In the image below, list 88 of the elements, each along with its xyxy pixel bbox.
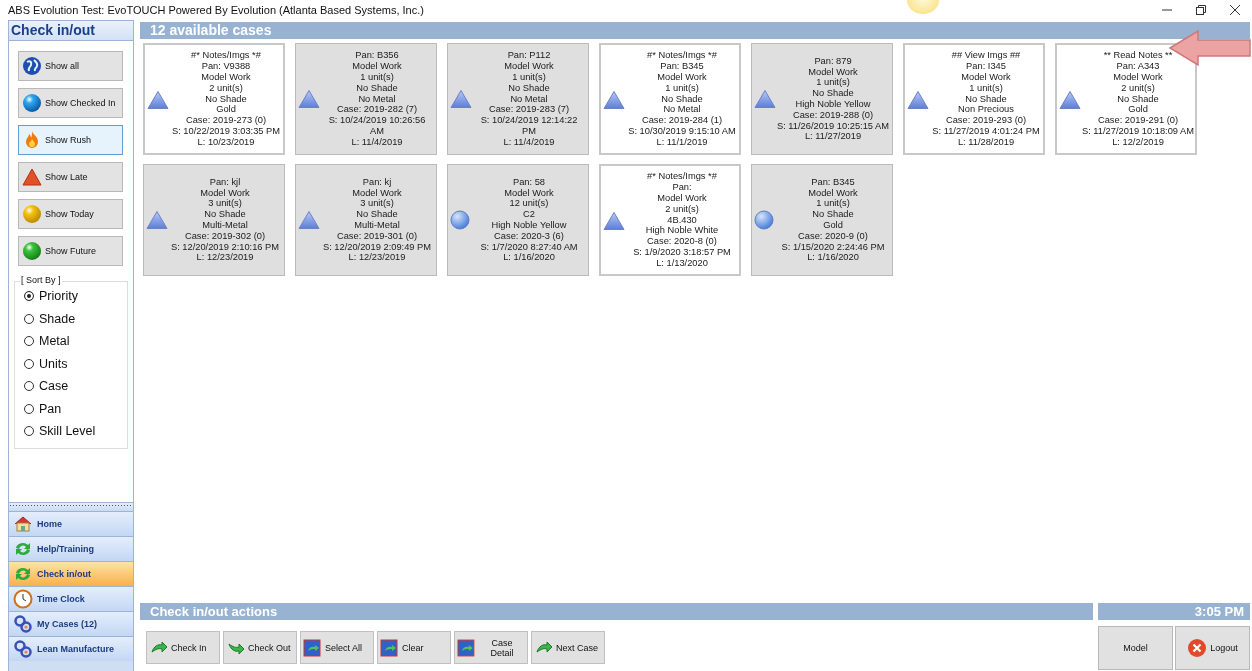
triangle-icon bbox=[298, 89, 320, 109]
filter-button[interactable]: Show Late bbox=[18, 162, 123, 192]
case-card[interactable]: Pan: kjl Model Work 3 unit(s) No Shade Multi-Metal Case: 2019-302 (0) S: 12/20/2019 2:10:16 PM L: 12/23/2019 bbox=[143, 164, 285, 276]
radio-button[interactable] bbox=[24, 336, 34, 347]
logout-button[interactable]: Logout bbox=[1175, 626, 1250, 670]
ball-icon bbox=[22, 241, 42, 261]
case-card[interactable]: Pan: kj Model Work 3 unit(s) No Shade Multi-Metal Case: 2019-301 (0) S: 12/20/2019 2:09:49 PM L: 12/23/2019 bbox=[295, 164, 437, 276]
sort-option[interactable]: Metal bbox=[39, 334, 70, 349]
sidebar-title: Check in/out bbox=[9, 21, 133, 41]
restore-icon[interactable] bbox=[1195, 4, 1207, 16]
triangle-icon bbox=[146, 210, 168, 230]
case-details: Pan: 879 Model Work 1 unit(s) No Shade High Noble Yellow Case: 2019-288 (0) S: 11/26/2019 10:25:15 AM L: 11/27/2019 bbox=[777, 55, 889, 143]
case-details: Pan: kjl Model Work 3 unit(s) No Shade Multi-Metal Case: 2019-302 (0) S: 12/20/2019 2:10:16 PM L: 12/23/2019 bbox=[170, 176, 280, 264]
sort-option[interactable]: Case bbox=[39, 379, 69, 394]
close-icon[interactable] bbox=[1229, 4, 1241, 16]
case-card[interactable]: ## View Imgs ## Pan: I345 Model Work 1 unit(s) No Shade Non Precious Case: 2019-293 (0) S: 11/27/2019 4:01:24 PM L: 11/28/2019 bbox=[903, 43, 1045, 155]
ball-icon bbox=[22, 204, 42, 224]
case-card[interactable]: Pan: 879 Model Work 1 unit(s) No Shade High Noble Yellow Case: 2019-288 (0) S: 11/26/2019 10:25:15 AM L: 11/27/2019 bbox=[751, 43, 893, 155]
sort-option[interactable]: Pan bbox=[39, 401, 62, 416]
case-details: Pan: B345 Model Work 1 unit(s) No Shade Gold Case: 2020-9 (0) S: 1/15/2020 2:24:46 PM L: 1/16/2020 bbox=[780, 176, 886, 264]
sort-option[interactable]: Units bbox=[39, 356, 68, 371]
model-button[interactable]: Model bbox=[1098, 626, 1173, 670]
triangle-icon bbox=[147, 90, 169, 110]
case-card[interactable]: #* Notes/Imgs *# Pan: Model Work 2 unit(s) 4B.430 High Noble White Case: 2020-8 (0) S: 1/9/2020 3:18:57 PM L: 1/13/2020 bbox=[599, 164, 741, 276]
actions-header: Check in/out actions bbox=[140, 603, 1093, 620]
sort-option[interactable]: Priority bbox=[39, 289, 78, 304]
case-card[interactable]: #* Notes/Imgs *# Pan: B345 Model Work 1 unit(s) No Shade No Metal Case: 2019-284 (1) S: 10/30/2019 9:15:10 AM L: 11/1/2019 bbox=[599, 43, 741, 155]
nav-item[interactable]: Home bbox=[9, 511, 133, 536]
triangle-icon bbox=[450, 89, 472, 109]
action-button[interactable]: Clear bbox=[377, 631, 451, 664]
nav-item[interactable]: My Cases (12) bbox=[9, 611, 133, 636]
case-details: ** Read Notes ** Pan: A343 Model Work 2 unit(s) No Shade Gold Case: 2019-291 (0) S: 11/27/2019 10:18:09 AM L: 12/2/2019 bbox=[1082, 50, 1194, 148]
ball-icon bbox=[22, 93, 42, 113]
cases-header: 12 available cases bbox=[140, 22, 1250, 39]
splitter-grip[interactable] bbox=[9, 502, 133, 511]
radio-button[interactable] bbox=[24, 313, 34, 324]
filter-button[interactable]: Show Checked In bbox=[18, 88, 123, 118]
case-details: Pan: 58 Model Work 12 unit(s) C2 High Noble Yellow Case: 2020-3 (6) S: 1/7/2020 8:27:40 AM L: 1/16/2020 bbox=[479, 176, 579, 264]
nav-item[interactable]: Help/Training bbox=[9, 536, 133, 561]
radio-button[interactable] bbox=[24, 426, 34, 437]
window-title: ABS Evolution Test: EvoTOUCH Powered By Evolution (Atlanta Based Systems, Inc.) bbox=[8, 4, 424, 16]
triangle-icon bbox=[603, 211, 625, 231]
circle-icon bbox=[754, 210, 774, 230]
nav-item[interactable]: Time Clock bbox=[9, 586, 133, 611]
circle-icon bbox=[450, 210, 470, 230]
close-icon bbox=[1187, 638, 1208, 658]
nav-item[interactable]: Lean Manufacture bbox=[9, 636, 133, 661]
case-card[interactable]: #* Notes/Imgs *# Pan: V9388 Model Work 2 unit(s) No Shade Gold Case: 2019-273 (0) S: 10/22/2019 3:03:35 PM L: 10/23/2019 bbox=[143, 43, 285, 155]
triangle-icon bbox=[603, 90, 625, 110]
case-details: Pan: B356 Model Work 1 unit(s) No Shade No Metal Case: 2019-282 (7) S: 10/24/2019 10:26:56 AM L: 11/4/2019 bbox=[327, 50, 427, 148]
sort-option[interactable]: Skill Level bbox=[39, 424, 96, 439]
action-button[interactable]: Check Out bbox=[223, 631, 297, 664]
radio-button[interactable] bbox=[24, 403, 34, 414]
filter-button[interactable]: Show all bbox=[18, 51, 123, 81]
case-details: #* Notes/Imgs *# Pan: V9388 Model Work 2 unit(s) No Shade Gold Case: 2019-273 (0) S: 10/22/2019 3:03:35 PM L: 10/23/2019 bbox=[171, 50, 281, 148]
filter-button[interactable]: Show Today bbox=[18, 199, 123, 229]
action-button[interactable]: Check In bbox=[146, 631, 220, 664]
case-card[interactable]: Pan: B345 Model Work 1 unit(s) No Shade Gold Case: 2020-9 (0) S: 1/15/2020 2:24:46 PM L: 1/16/2020 bbox=[751, 164, 893, 276]
action-button[interactable]: Next Case bbox=[531, 631, 605, 664]
links-icon bbox=[13, 614, 33, 634]
case-card[interactable]: ** Read Notes ** Pan: A343 Model Work 2 unit(s) No Shade Gold Case: 2019-291 (0) S: 11/27/2019 10:18:09 AM L: 12/2/2019 bbox=[1055, 43, 1197, 155]
triangle-icon bbox=[907, 90, 929, 110]
case-details: Pan: kj Model Work 3 unit(s) No Shade Multi-Metal Case: 2019-301 (0) S: 12/20/2019 2:09:49 PM L: 12/23/2019 bbox=[322, 176, 432, 264]
case-card[interactable]: Pan: B356 Model Work 1 unit(s) No Shade No Metal Case: 2019-282 (7) S: 10/24/2019 10:26:56 AM L: 11/4/2019 bbox=[295, 43, 437, 155]
case-card[interactable]: Pan: 58 Model Work 12 unit(s) C2 High Noble Yellow Case: 2020-3 (6) S: 1/7/2020 8:27:40 AM L: 1/16/2020 bbox=[447, 164, 589, 276]
triangle-icon bbox=[1059, 90, 1081, 110]
triangle-icon bbox=[22, 167, 42, 187]
case-details: #* Notes/Imgs *# Pan: B345 Model Work 1 unit(s) No Shade No Metal Case: 2019-284 (1) S: 10/30/2019 9:15:10 AM L: 11/1/2019 bbox=[627, 50, 737, 148]
radio-button[interactable] bbox=[24, 381, 34, 392]
house-icon bbox=[13, 514, 33, 534]
case-card[interactable]: Pan: P112 Model Work 1 unit(s) No Shade No Metal Case: 2019-283 (7) S: 10/24/2019 12:14:22 PM L: 11/4/2019 bbox=[447, 43, 589, 155]
sort-option[interactable]: Shade bbox=[39, 311, 76, 326]
nav-item[interactable]: Check in/out bbox=[9, 561, 133, 586]
filter-button[interactable]: Show Rush bbox=[18, 125, 123, 155]
filter-button[interactable]: Show Future bbox=[18, 236, 123, 266]
clock-icon bbox=[13, 589, 33, 609]
case-details: ## View Imgs ## Pan: I345 Model Work 1 unit(s) No Shade Non Precious Case: 2019-293 (0) S: 11/27/2019 4:01:24 PM L: 11/28/2019 bbox=[931, 50, 1041, 148]
triangle-icon bbox=[754, 89, 776, 109]
clock-time: 3:05 PM bbox=[1098, 603, 1250, 620]
sort-group-title: [ Sort By ] bbox=[20, 275, 62, 285]
radio-button[interactable] bbox=[24, 358, 34, 369]
links-icon bbox=[13, 639, 33, 659]
radio-button[interactable] bbox=[24, 291, 34, 302]
action-button[interactable]: Select All bbox=[300, 631, 374, 664]
case-details: Pan: P112 Model Work 1 unit(s) No Shade No Metal Case: 2019-283 (7) S: 10/24/2019 12:14:22 PM L: 11/4/2019 bbox=[479, 50, 579, 148]
triangle-icon bbox=[298, 210, 320, 230]
case-details: #* Notes/Imgs *# Pan: Model Work 2 unit(s) 4B.430 High Noble White Case: 2020-8 (0) S: 1/9/2020 3:18:57 PM L: 1/13/2020 bbox=[632, 171, 732, 269]
action-button[interactable]: Case Detail bbox=[454, 631, 528, 664]
